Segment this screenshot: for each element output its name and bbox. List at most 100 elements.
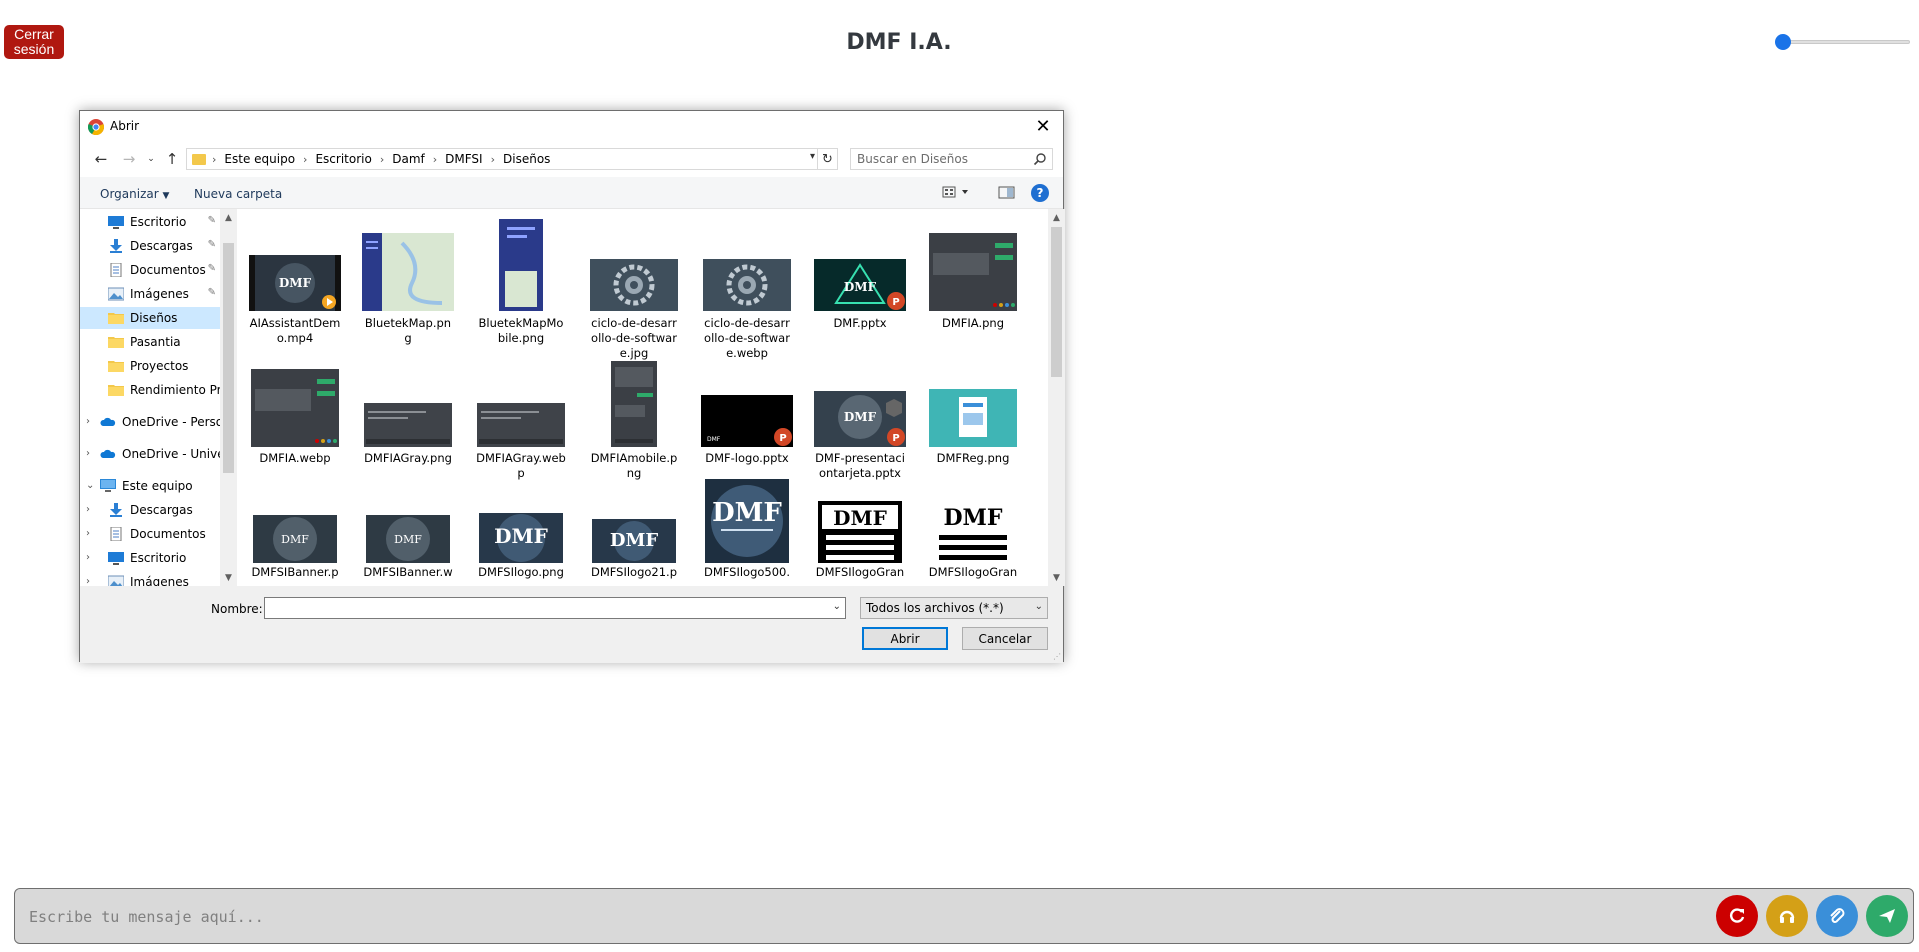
scroll-thumb[interactable] [223, 243, 234, 473]
filename-combobox[interactable]: ⌄ [264, 597, 846, 619]
computer-icon [100, 479, 116, 493]
navigation-scrollbar[interactable]: ▲ ▼ [220, 209, 237, 586]
file-item[interactable]: DMF DMFSIBanner.w [354, 483, 462, 586]
nav-item[interactable]: Pasantia [80, 331, 220, 353]
file-item[interactable]: DMF DMFSIlogoGran [919, 483, 1027, 586]
search-input[interactable] [857, 151, 1027, 167]
file-thumbnail [701, 215, 793, 311]
nav-item[interactable]: › Escritorio [80, 547, 220, 569]
nav-item[interactable]: › Documentos [80, 523, 220, 545]
organize-button[interactable]: Organizar ▼ [100, 187, 169, 201]
chevron-right-icon[interactable]: › [86, 416, 90, 427]
file-name-line: DMFReg.png [936, 451, 1010, 465]
nav-item[interactable]: › Imágenes [80, 571, 220, 586]
nav-item[interactable]: › OneDrive - Person [80, 411, 220, 433]
breadcrumb-item[interactable]: Damf [392, 152, 425, 166]
file-item[interactable]: DMF P DMF.pptx [806, 215, 914, 355]
file-item[interactable]: DMF DMFSIlogo.png [467, 483, 575, 586]
file-item[interactable]: DMF DMFSIlogo21.p [580, 483, 688, 586]
open-button[interactable]: Abrir [862, 627, 948, 650]
attach-button[interactable] [1816, 895, 1858, 937]
file-name-line: g [404, 331, 412, 345]
nav-item[interactable]: › Descargas [80, 499, 220, 521]
file-item[interactable]: BluetekMapMo bile.png [467, 215, 575, 355]
file-name: DMFIA.webp [245, 451, 345, 466]
preview-pane-icon[interactable] [998, 186, 1016, 200]
nav-item[interactable]: Diseños [80, 307, 220, 329]
document-icon [108, 262, 124, 278]
scroll-thumb[interactable] [1051, 227, 1062, 377]
chevron-right-icon[interactable]: › [86, 448, 90, 459]
reload-button[interactable] [1716, 895, 1758, 937]
file-name-line: DMFIA.png [942, 316, 1004, 330]
nav-item[interactable]: Escritorio ✎ [80, 211, 220, 233]
file-item[interactable]: ciclo-de-desarr ollo-de-softwar e.jpg [580, 215, 688, 360]
file-thumbnail [588, 215, 680, 311]
send-button[interactable] [1866, 895, 1908, 937]
scroll-down-icon[interactable]: ▼ [220, 569, 237, 586]
file-thumbnail [475, 215, 567, 311]
cancel-button[interactable]: Cancelar [962, 627, 1048, 650]
close-icon[interactable]: ✕ [1023, 111, 1063, 141]
file-name-line: ciclo-de-desarr [704, 316, 790, 330]
file-thumbnail: DMF P [814, 357, 906, 447]
nav-item[interactable]: Proyectos [80, 355, 220, 377]
file-item[interactable]: ciclo-de-desarr ollo-de-softwar e.webp [693, 215, 801, 360]
new-folder-button[interactable]: Nueva carpeta [194, 187, 282, 201]
organize-label: Organizar [100, 187, 159, 201]
file-item[interactable]: BluetekMap.pn g [354, 215, 462, 355]
breadcrumb-item[interactable]: Este equipo [224, 152, 295, 166]
chevron-right-icon[interactable]: › [86, 504, 90, 515]
filename-input[interactable] [268, 600, 818, 616]
nav-item-label: Proyectos [130, 359, 189, 373]
address-bar[interactable]: › Este equipo › Escritorio › Damf › DMFSI › Dise… [186, 148, 838, 170]
breadcrumb-item[interactable]: DMFSI [445, 152, 482, 166]
recent-locations-icon[interactable]: ⌄ [142, 150, 160, 168]
forward-arrow-icon[interactable]: → [120, 150, 138, 168]
chevron-right-icon[interactable]: › [86, 576, 90, 586]
nav-item[interactable]: ⌄ Este equipo [80, 475, 220, 497]
nav-item-label: Escritorio [130, 215, 187, 229]
chevron-down-icon[interactable]: ⌄ [86, 480, 94, 491]
file-name-line: DMFSIlogoGran [815, 565, 905, 579]
scroll-up-icon[interactable]: ▲ [1048, 209, 1065, 226]
scroll-down-icon[interactable]: ▼ [1048, 569, 1065, 586]
file-item[interactable]: DMFIA.png [919, 215, 1027, 355]
breadcrumb-item[interactable]: Diseños [503, 152, 550, 166]
message-input[interactable] [29, 903, 1669, 931]
help-icon[interactable]: ? [1031, 184, 1049, 202]
scroll-up-icon[interactable]: ▲ [220, 209, 237, 226]
nav-item[interactable]: Descargas ✎ [80, 235, 220, 257]
file-name: DMFSIlogo21.p [584, 565, 684, 580]
nav-item[interactable]: Imágenes ✎ [80, 283, 220, 305]
file-type-select[interactable]: Todos los archivos (*.*) ⌄ [860, 597, 1048, 619]
file-item[interactable]: DMF DMFSIlogoGran [806, 483, 914, 586]
search-box[interactable] [850, 148, 1053, 170]
nav-item[interactable]: › OneDrive - Univer [80, 443, 220, 465]
file-item[interactable]: DMF DMFSIlogo500. [693, 479, 801, 586]
back-arrow-icon[interactable]: ← [92, 150, 110, 168]
file-name: BluetekMap.pn g [358, 316, 458, 346]
pin-icon: ✎ [207, 239, 216, 250]
file-name: DMFSIBanner.p [245, 565, 345, 580]
view-options-icon[interactable] [942, 186, 972, 200]
breadcrumb-item[interactable]: Escritorio [315, 152, 371, 166]
audio-button[interactable] [1766, 895, 1808, 937]
pin-icon: ✎ [207, 263, 216, 274]
dialog-body: Escritorio ✎ Descargas ✎ Documentos ✎ Imágenes… [80, 209, 1065, 586]
slider-thumb[interactable] [1774, 34, 1791, 50]
file-item[interactable]: DMF DMFSIBanner.p [241, 483, 349, 586]
zoom-slider[interactable] [1774, 34, 1910, 50]
file-item[interactable]: DMF AIAssistantDem o.mp4 [241, 215, 349, 355]
resize-grip-icon[interactable]: ⋰ [1053, 652, 1061, 661]
refresh-icon[interactable]: ↻ [817, 149, 837, 169]
chevron-down-icon[interactable]: ▾ [810, 151, 815, 162]
chevron-down-icon[interactable]: ⌄ [833, 601, 841, 612]
navigation-pane[interactable]: Escritorio ✎ Descargas ✎ Documentos ✎ Imágenes… [80, 209, 220, 586]
nav-item[interactable]: Documentos ✎ [80, 259, 220, 281]
up-arrow-icon[interactable]: ↑ [163, 150, 181, 168]
files-scrollbar[interactable]: ▲ ▼ [1048, 209, 1065, 586]
chevron-right-icon[interactable]: › [86, 552, 90, 563]
nav-item[interactable]: Rendimiento Pro [80, 379, 220, 401]
chevron-right-icon[interactable]: › [86, 528, 90, 539]
